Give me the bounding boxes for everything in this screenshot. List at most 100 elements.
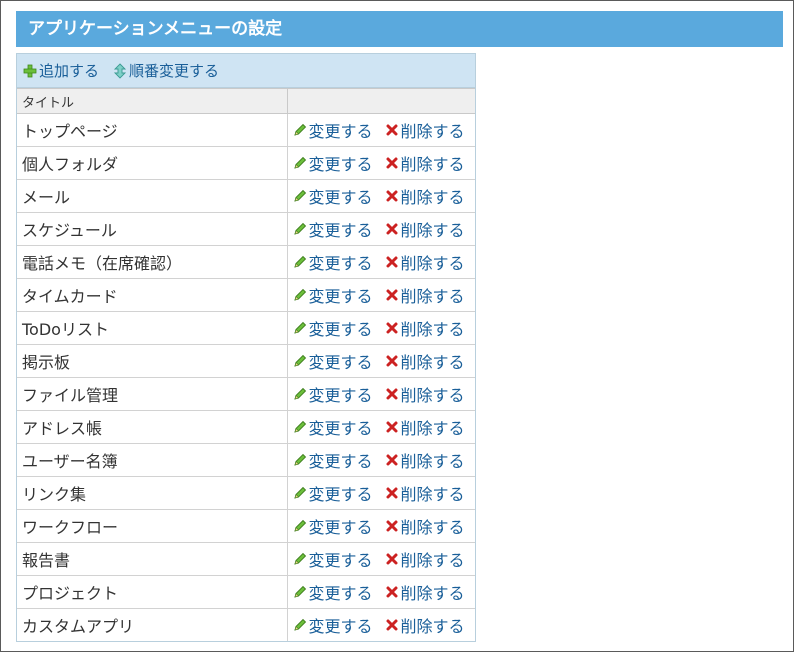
delete-button[interactable]: 削除する [385, 217, 465, 241]
row-actions: 変更する 削除する [286, 344, 475, 378]
add-label: 追加する [39, 62, 100, 80]
pencil-icon [293, 618, 306, 631]
delete-x-icon [386, 487, 398, 499]
menu-item-title: ファイル管理 [17, 377, 287, 411]
delete-x-icon [386, 223, 398, 235]
menu-item-title: 報告書 [17, 542, 287, 576]
delete-x-icon [386, 421, 398, 433]
delete-label: 削除する [400, 584, 465, 603]
table-row: プロジェクト 変更する 削除する [17, 575, 475, 609]
row-actions: 変更する 削除する [286, 410, 475, 444]
table-row: スケジュール 変更する 削除する [17, 212, 475, 246]
delete-button[interactable]: 削除する [385, 283, 465, 307]
edit-label: 変更する [308, 452, 373, 471]
title-column-header: タイトル [17, 88, 287, 114]
pencil-icon [293, 519, 306, 532]
row-actions: 変更する 削除する [286, 245, 475, 279]
pencil-icon [293, 156, 306, 169]
edit-label: 変更する [308, 485, 373, 504]
pencil-icon [293, 288, 306, 301]
edit-button[interactable]: 変更する [293, 217, 373, 241]
edit-button[interactable]: 変更する [293, 250, 373, 274]
delete-button[interactable]: 削除する [385, 415, 465, 439]
pencil-icon [293, 189, 306, 202]
pencil-icon [293, 453, 306, 466]
menu-item-title: アドレス帳 [17, 410, 287, 444]
row-actions: 変更する 削除する [286, 509, 475, 543]
delete-x-icon [386, 124, 398, 136]
edit-button[interactable]: 変更する [293, 415, 373, 439]
row-actions: 変更する 削除する [286, 278, 475, 312]
edit-button[interactable]: 変更する [293, 481, 373, 505]
menu-item-title: 電話メモ（在席確認） [17, 245, 287, 279]
row-actions: 変更する 削除する [286, 311, 475, 345]
menu-settings-panel: 追加する 順番変更する タイトル トップページ 変更する 削除する 個人フォルダ 変更す… [16, 53, 476, 642]
edit-button[interactable]: 変更する [293, 118, 373, 142]
delete-label: 削除する [400, 485, 465, 504]
delete-x-icon [386, 553, 398, 565]
delete-button[interactable]: 削除する [385, 514, 465, 538]
delete-button[interactable]: 削除する [385, 580, 465, 604]
pencil-icon [293, 321, 306, 334]
edit-button[interactable]: 変更する [293, 316, 373, 340]
delete-label: 削除する [400, 287, 465, 306]
table-row: ユーザー名簿 変更する 削除する [17, 443, 475, 477]
menu-item-title: メール [17, 179, 287, 213]
menu-table: タイトル トップページ 変更する 削除する 個人フォルダ 変更する 削除する メール 変更する… [17, 88, 475, 641]
pencil-icon [293, 387, 306, 400]
pencil-icon [293, 354, 306, 367]
menu-item-title: ToDoリスト [17, 311, 287, 345]
delete-x-icon [386, 157, 398, 169]
edit-button[interactable]: 変更する [293, 580, 373, 604]
edit-label: 変更する [308, 386, 373, 405]
delete-button[interactable]: 削除する [385, 349, 465, 373]
delete-button[interactable]: 削除する [385, 382, 465, 406]
delete-label: 削除する [400, 617, 465, 636]
table-row: 電話メモ（在席確認） 変更する 削除する [17, 245, 475, 279]
delete-x-icon [386, 355, 398, 367]
menu-item-title: 掲示板 [17, 344, 287, 378]
table-row: リンク集 変更する 削除する [17, 476, 475, 510]
delete-button[interactable]: 削除する [385, 613, 465, 637]
delete-button[interactable]: 削除する [385, 250, 465, 274]
delete-button[interactable]: 削除する [385, 547, 465, 571]
reorder-button[interactable]: 順番変更する [113, 60, 219, 81]
delete-button[interactable]: 削除する [385, 184, 465, 208]
edit-button[interactable]: 変更する [293, 151, 373, 175]
delete-button[interactable]: 削除する [385, 448, 465, 472]
delete-label: 削除する [400, 419, 465, 438]
pencil-icon [293, 420, 306, 433]
plus-icon [23, 64, 37, 77]
edit-button[interactable]: 変更する [293, 382, 373, 406]
edit-button[interactable]: 変更する [293, 514, 373, 538]
edit-label: 変更する [308, 254, 373, 273]
edit-button[interactable]: 変更する [293, 283, 373, 307]
menu-item-title: タイムカード [17, 278, 287, 312]
row-actions: 変更する 削除する [286, 113, 475, 147]
delete-x-icon [386, 256, 398, 268]
edit-label: 変更する [308, 419, 373, 438]
edit-button[interactable]: 変更する [293, 547, 373, 571]
delete-button[interactable]: 削除する [385, 151, 465, 175]
edit-button[interactable]: 変更する [293, 349, 373, 373]
table-row: アドレス帳 変更する 削除する [17, 410, 475, 444]
delete-button[interactable]: 削除する [385, 118, 465, 142]
edit-button[interactable]: 変更する [293, 184, 373, 208]
delete-button[interactable]: 削除する [385, 481, 465, 505]
row-actions: 変更する 削除する [286, 146, 475, 180]
delete-x-icon [386, 454, 398, 466]
edit-label: 変更する [308, 617, 373, 636]
add-button[interactable]: 追加する [23, 60, 99, 81]
menu-item-title: スケジュール [17, 212, 287, 246]
row-actions: 変更する 削除する [286, 443, 475, 477]
delete-button[interactable]: 削除する [385, 316, 465, 340]
edit-button[interactable]: 変更する [293, 613, 373, 637]
delete-label: 削除する [400, 155, 465, 174]
row-actions: 変更する 削除する [286, 377, 475, 411]
edit-label: 変更する [308, 551, 373, 570]
edit-button[interactable]: 変更する [293, 448, 373, 472]
page-title: アプリケーションメニューの設定 [16, 11, 783, 47]
row-actions: 変更する 削除する [286, 542, 475, 576]
menu-item-title: リンク集 [17, 476, 287, 510]
table-row: メール 変更する 削除する [17, 179, 475, 213]
